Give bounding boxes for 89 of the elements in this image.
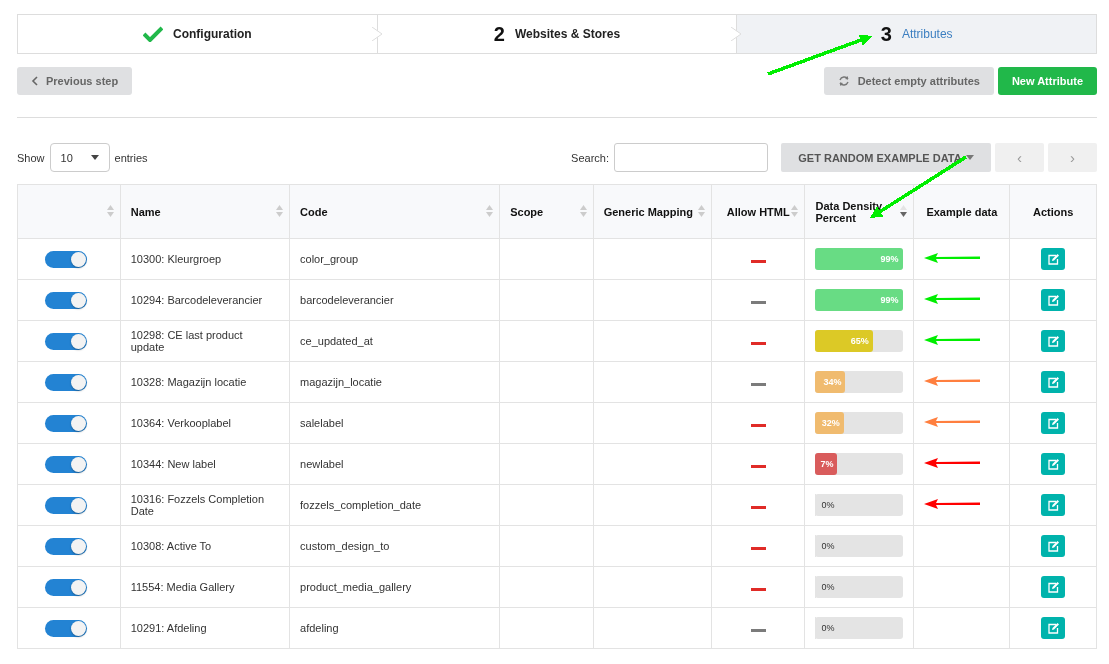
code-cell: newlabel bbox=[289, 443, 500, 485]
detect-empty-attributes-button[interactable]: Detect empty attributes bbox=[823, 67, 994, 95]
refresh-icon bbox=[837, 75, 850, 87]
edit-icon bbox=[1047, 417, 1059, 429]
search-label: Search: bbox=[571, 151, 609, 164]
density-percent: 7% bbox=[820, 459, 834, 469]
density-percent: 32% bbox=[821, 418, 840, 428]
edit-button[interactable] bbox=[1041, 412, 1066, 434]
entries-select[interactable]: 10 bbox=[49, 143, 110, 172]
name-cell: 10294: Barcodeleverancier bbox=[120, 279, 290, 321]
code-cell: fozzels_completion_date bbox=[289, 484, 500, 526]
density-percent: 0% bbox=[821, 623, 835, 633]
edit-icon bbox=[1047, 253, 1059, 265]
density-percent: 0% bbox=[821, 582, 835, 592]
edit-button[interactable] bbox=[1041, 453, 1066, 475]
edit-icon bbox=[1047, 294, 1059, 306]
toggle-switch[interactable] bbox=[45, 455, 87, 473]
name-cell: 10308: Active To bbox=[120, 525, 290, 567]
column-header[interactable]: Data Density Percent bbox=[805, 184, 914, 239]
edit-button[interactable] bbox=[1041, 494, 1066, 516]
toggle-switch[interactable] bbox=[45, 496, 87, 514]
edit-button[interactable] bbox=[1041, 617, 1066, 639]
edit-button[interactable] bbox=[1041, 289, 1066, 311]
edit-button[interactable] bbox=[1041, 330, 1066, 352]
random-example-data-button[interactable]: GET RANDOM EXAMPLE DATA bbox=[781, 143, 991, 172]
column-header[interactable]: Allow HTML bbox=[711, 184, 805, 239]
entries-label: entries bbox=[114, 151, 148, 164]
code-cell: barcodeleverancier bbox=[289, 279, 500, 321]
code-cell: afdeling bbox=[289, 607, 500, 649]
edit-icon bbox=[1047, 622, 1059, 634]
column-header[interactable]: Name bbox=[120, 184, 290, 239]
step-number: 2 bbox=[493, 22, 505, 46]
name-cell: 10364: Verkooplabel bbox=[120, 402, 290, 444]
edit-icon bbox=[1047, 581, 1059, 593]
step-label: Configuration bbox=[173, 27, 252, 41]
toggle-switch[interactable] bbox=[45, 578, 87, 596]
name-cell: 10291: Afdeling bbox=[120, 607, 290, 649]
edit-button[interactable] bbox=[1041, 576, 1066, 598]
edit-icon bbox=[1047, 376, 1059, 388]
edit-button[interactable] bbox=[1041, 535, 1066, 557]
toggle-switch[interactable] bbox=[45, 619, 87, 637]
step-label: Websites & Stores bbox=[515, 27, 621, 41]
density-percent: 0% bbox=[821, 541, 835, 551]
chevron-left-icon bbox=[31, 76, 38, 86]
column-header: Example data bbox=[914, 184, 1010, 239]
show-label: Show bbox=[17, 151, 45, 164]
density-percent: 99% bbox=[880, 295, 899, 305]
wizard-step[interactable]: 3 Attributes bbox=[737, 15, 1096, 53]
density-percent: 99% bbox=[880, 254, 899, 264]
column-header[interactable]: Code bbox=[289, 184, 500, 239]
code-cell: ce_updated_at bbox=[289, 320, 500, 362]
name-cell: 10298: CE last product update bbox=[120, 320, 290, 362]
search-field[interactable] bbox=[614, 143, 768, 172]
step-chevron-icon bbox=[731, 27, 744, 41]
edit-icon bbox=[1047, 499, 1059, 511]
toggle-switch[interactable] bbox=[45, 291, 87, 309]
step-label: Attributes bbox=[901, 27, 953, 41]
edit-icon bbox=[1047, 540, 1059, 552]
toggle-switch[interactable] bbox=[45, 332, 87, 350]
code-cell: product_media_gallery bbox=[289, 566, 500, 608]
density-percent: 0% bbox=[821, 500, 835, 510]
caret-icon bbox=[90, 155, 99, 160]
previous-step-button[interactable]: Previous step bbox=[17, 67, 133, 95]
code-cell: custom_design_to bbox=[289, 525, 500, 567]
name-cell: 11554: Media Gallery bbox=[120, 566, 290, 608]
column-header[interactable]: Generic Mapping bbox=[593, 184, 712, 239]
name-cell: 10316: Fozzels Completion Date bbox=[120, 484, 290, 526]
name-cell: 10300: Kleurgroep bbox=[120, 238, 290, 280]
toggle-switch[interactable] bbox=[45, 250, 87, 268]
step-number: 3 bbox=[880, 22, 892, 46]
column-header: Actions bbox=[1009, 184, 1097, 239]
edit-button[interactable] bbox=[1041, 248, 1066, 270]
code-cell: color_group bbox=[289, 238, 500, 280]
toggle-switch[interactable] bbox=[45, 373, 87, 391]
name-cell: 10328: Magazijn locatie bbox=[120, 361, 290, 403]
checkmark-icon bbox=[143, 26, 163, 42]
step-chevron-icon bbox=[371, 27, 384, 41]
edit-button[interactable] bbox=[1041, 371, 1066, 393]
density-percent: 34% bbox=[823, 377, 842, 387]
name-cell: 10344: New label bbox=[120, 443, 290, 485]
column-header[interactable]: Scope bbox=[499, 184, 594, 239]
edit-icon bbox=[1047, 335, 1059, 347]
code-cell: magazijn_locatie bbox=[289, 361, 500, 403]
toggle-switch[interactable] bbox=[45, 414, 87, 432]
edit-icon bbox=[1047, 458, 1059, 470]
density-percent: 65% bbox=[850, 336, 869, 346]
toggle-switch[interactable] bbox=[45, 537, 87, 555]
code-cell: salelabel bbox=[289, 402, 500, 444]
caret-icon bbox=[965, 155, 974, 160]
